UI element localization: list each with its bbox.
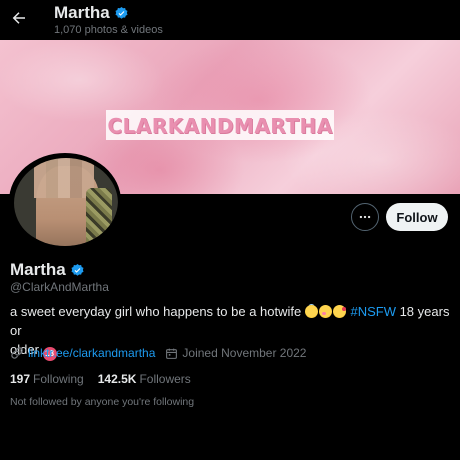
verified-badge-icon [115, 6, 128, 19]
kissing-heart-emoji-icon [332, 305, 346, 318]
avatar-image [14, 158, 118, 246]
header-title: Martha [54, 3, 129, 23]
ellipsis-icon [359, 215, 371, 219]
follow-counts: 197 Following 142.5K Followers [10, 371, 191, 387]
following-link[interactable]: 197 Following [10, 372, 84, 386]
nsfw-hashtag-link[interactable]: #NSFW [350, 304, 396, 319]
calendar-icon [165, 347, 178, 360]
profile-meta: linktr.ee/clarkandmartha Joined November… [10, 344, 306, 362]
link-icon [11, 347, 23, 359]
followers-count: 142.5K [97, 372, 137, 386]
smiling-halo-emoji-icon [304, 305, 318, 318]
joined-date: Joined November 2022 [182, 346, 307, 360]
verified-badge-icon[interactable] [70, 263, 85, 278]
profile-name-row: Martha [10, 260, 85, 280]
header-subtitle: 1,070 photos & videos [54, 24, 163, 36]
back-button[interactable] [6, 5, 32, 31]
website-link[interactable]: linktr.ee/clarkandmartha [28, 346, 155, 360]
header-name: Martha [54, 3, 110, 22]
followers-link[interactable]: 142.5K Followers [98, 372, 191, 386]
avatar[interactable] [9, 153, 121, 249]
not-followed-notice: Not followed by anyone you're following [10, 396, 195, 408]
banner-text: CLARKANDMARTHA [107, 114, 333, 138]
more-options-button[interactable] [351, 203, 379, 231]
avatar-pixelated-area [34, 158, 94, 198]
followers-label: Followers [139, 372, 191, 386]
arrow-left-icon [12, 12, 25, 24]
bio-text-1: a sweet everyday girl who happens to be … [10, 304, 305, 319]
following-label: Following [33, 372, 84, 386]
top-bar: Martha 1,070 photos & videos [0, 0, 460, 40]
profile-name: Martha [10, 260, 66, 279]
profile-handle: @ClarkAndMartha [10, 280, 109, 294]
follow-button[interactable]: Follow [386, 203, 448, 231]
following-count: 197 [10, 372, 31, 386]
avatar-dress [86, 188, 112, 246]
smiling-hearts-emoji-icon [318, 305, 332, 318]
